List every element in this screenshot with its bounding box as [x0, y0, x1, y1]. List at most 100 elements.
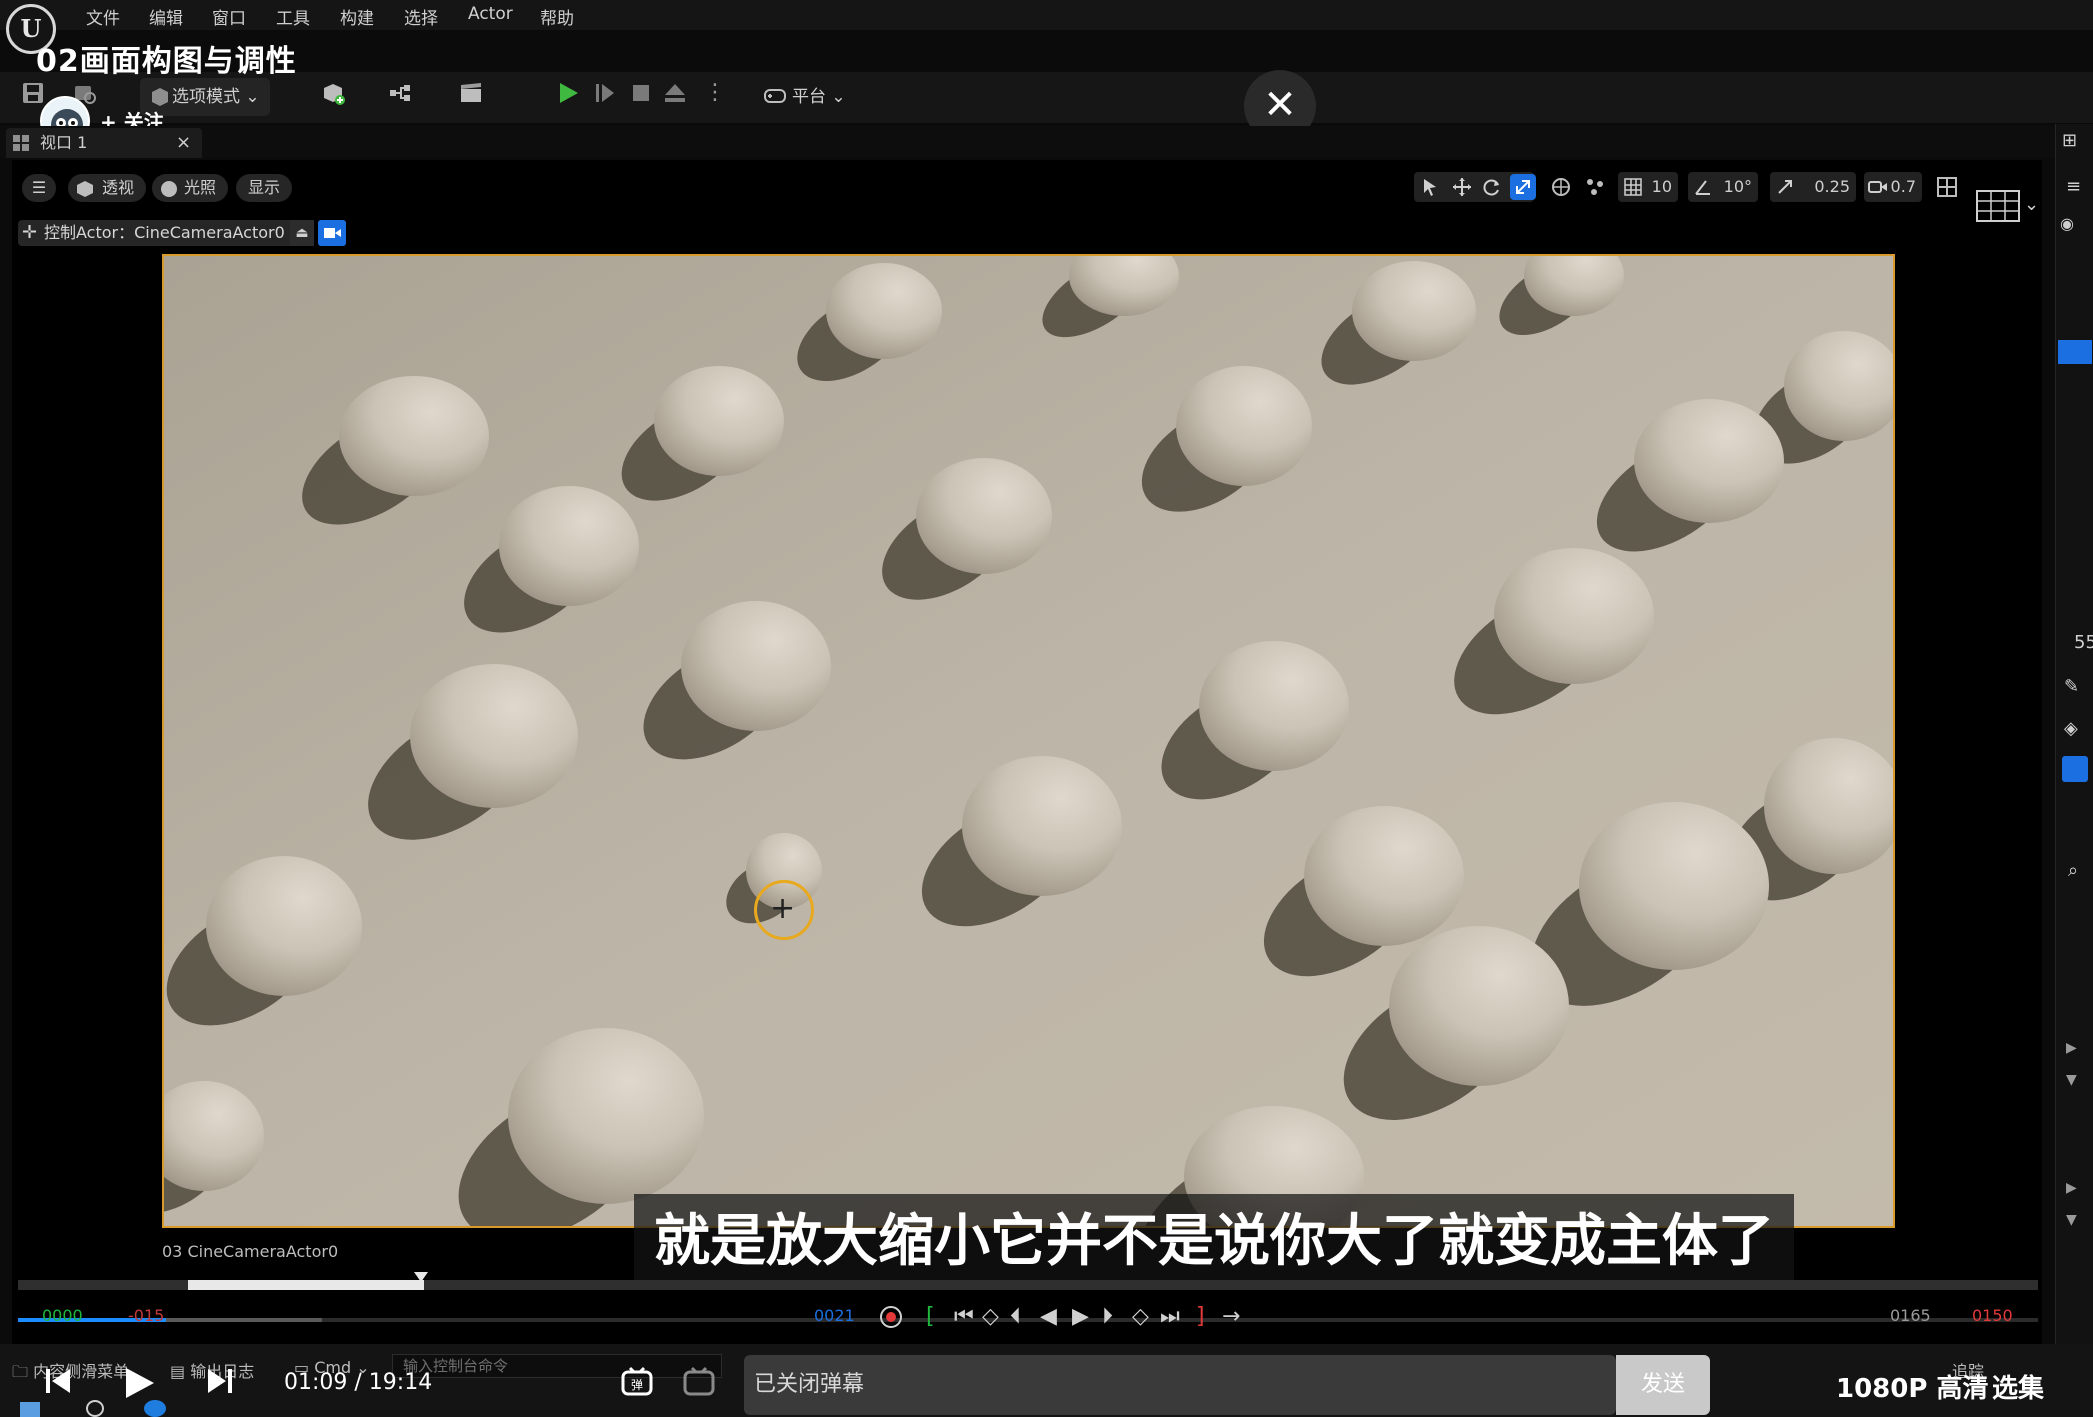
step-forward-icon[interactable]: ⏵ — [1102, 1304, 1113, 1329]
collapse-arrow-icon[interactable]: ▼ — [2066, 1212, 2077, 1228]
episodes-button[interactable]: 选集 — [1992, 1368, 2044, 1405]
crosshair-icon: + — [770, 891, 796, 926]
cube-select-icon — [152, 88, 168, 106]
surface-snap-icon[interactable] — [1584, 176, 1606, 198]
cinematics-icon[interactable] — [458, 80, 484, 106]
expand-arrow-icon[interactable]: ▶ — [2066, 1040, 2077, 1056]
lit-label: 光照 — [184, 178, 217, 197]
blueprint-icon[interactable] — [388, 80, 414, 106]
svg-text:弹: 弹 — [631, 1378, 643, 1392]
egg-shape — [1579, 802, 1769, 970]
egg-shape — [1494, 548, 1654, 684]
tab-label: 视口 1 — [40, 133, 88, 152]
filter-icon[interactable]: ≡ — [2066, 176, 2081, 197]
danmaku-settings-icon[interactable] — [682, 1366, 716, 1400]
angle-snap-value: 10° — [1723, 177, 1752, 196]
play-forward-icon[interactable]: ▶ — [1072, 1304, 1089, 1329]
camera-name-label: 03 CineCameraActor0 — [162, 1242, 339, 1261]
egg-shape — [1634, 399, 1784, 523]
select-arrow-icon[interactable] — [1420, 177, 1440, 197]
tab-viewport-1[interactable]: 视口 1 — [6, 128, 202, 158]
grid-icon — [1624, 178, 1642, 196]
danmaku-toggle-icon[interactable]: 弹 — [620, 1366, 654, 1400]
add-actor-icon[interactable] — [320, 80, 346, 106]
move-icon[interactable] — [1452, 177, 1472, 197]
playback-range[interactable] — [188, 1280, 424, 1290]
video-title: 02画面构图与调性 — [36, 44, 297, 79]
play-reverse-icon[interactable]: ◀ — [1040, 1304, 1057, 1329]
stop-icon[interactable] — [628, 80, 654, 106]
visibility-eye-selected-icon[interactable] — [2058, 340, 2092, 364]
viewport-menu-icon[interactable]: ☰ — [22, 174, 56, 202]
expand-arrow-icon[interactable]: ▶ — [2066, 1180, 2077, 1196]
viewport-tab-row — [0, 126, 2055, 158]
sphere-icon — [161, 181, 177, 197]
menu-actor[interactable]: Actor — [468, 4, 513, 24]
world-local-icon[interactable] — [1550, 176, 1572, 198]
layout-icon[interactable] — [1936, 176, 1958, 198]
chevron-down-icon[interactable]: ⌄ — [2024, 194, 2039, 215]
player-play-icon[interactable] — [122, 1366, 156, 1400]
sequencer-playhead-icon[interactable] — [414, 1272, 428, 1282]
chevron-down-icon: ⌄ — [240, 87, 260, 107]
step-forward-icon[interactable] — [592, 80, 618, 106]
play-icon[interactable] — [555, 80, 581, 106]
range-end-icon[interactable]: ] — [1196, 1304, 1205, 1329]
chevron-down-icon: ⌄ — [826, 87, 846, 107]
camera-view-icon[interactable] — [318, 220, 346, 246]
egg-shape — [1199, 641, 1349, 771]
jump-end-icon[interactable]: ⏭ — [1160, 1304, 1180, 1329]
folder-icon: 🗀 — [12, 1362, 34, 1381]
previous-video-icon[interactable] — [44, 1366, 72, 1396]
search-icon[interactable]: ⌕ — [2068, 860, 2078, 881]
taskbar-edge-icon[interactable] — [144, 1400, 166, 1417]
visibility-eye-icon[interactable]: ◉ — [2060, 214, 2074, 233]
range-start-icon[interactable]: [ — [926, 1304, 935, 1329]
taskbar-search-icon[interactable] — [86, 1400, 104, 1417]
egg-shape — [206, 856, 362, 996]
scale-icon[interactable] — [1510, 174, 1536, 200]
more-options-icon[interactable]: ⋮ — [704, 80, 726, 105]
menu-edit[interactable]: 编辑 — [149, 4, 183, 29]
pilot-icon: ✛ — [22, 222, 38, 243]
menu-select[interactable]: 选择 — [404, 4, 438, 29]
egg-shape — [1176, 366, 1312, 486]
layers-icon[interactable]: ◈ — [2064, 718, 2078, 739]
scale-arrows-icon — [1516, 180, 1530, 194]
quality-selector[interactable]: 1080P 高清 — [1836, 1368, 1988, 1405]
grid-snap-value: 10 — [1651, 177, 1672, 196]
main-toolbar — [0, 72, 2093, 124]
tab-close-icon[interactable]: × — [176, 128, 191, 158]
next-key-icon[interactable]: ◇ — [1132, 1304, 1149, 1329]
windows-start-icon[interactable] — [20, 1402, 40, 1417]
danmaku-input[interactable]: 已关闭弹幕 — [744, 1355, 1616, 1415]
playback-time: 01:09 / 19:14 — [284, 1370, 433, 1395]
eject-icon[interactable] — [662, 80, 688, 106]
viewport-layout-icon[interactable] — [1976, 190, 2020, 222]
step-back-icon[interactable]: ⏴ — [1010, 1304, 1021, 1329]
console-input[interactable]: 输入控制台命令 — [392, 1354, 722, 1378]
loop-arrow-icon[interactable]: → — [1222, 1304, 1240, 1329]
menu-window[interactable]: 窗口 — [212, 4, 246, 29]
add-panel-icon[interactable]: ⊞ — [2062, 130, 2077, 151]
show-label: 显示 — [248, 178, 281, 197]
menu-build[interactable]: 构建 — [340, 4, 374, 29]
save-icon[interactable] — [20, 80, 46, 106]
next-video-icon[interactable] — [206, 1366, 234, 1396]
prev-key-icon[interactable]: ◇ — [982, 1304, 999, 1329]
send-button[interactable]: 发送 — [1616, 1355, 1710, 1415]
menu-help[interactable]: 帮助 — [540, 4, 574, 29]
scale-snap-value: 0.25 — [1814, 177, 1850, 196]
rotate-icon[interactable] — [1482, 177, 1502, 197]
jump-start-icon[interactable]: ⏮ — [954, 1304, 974, 1329]
edit-pencil-icon[interactable]: ✎ — [2064, 676, 2079, 697]
perspective-label: 透视 — [102, 178, 135, 197]
record-button[interactable] — [880, 1306, 902, 1328]
show-button[interactable]: 显示 — [236, 174, 293, 202]
gamepad-icon — [764, 89, 786, 103]
menu-file[interactable]: 文件 — [86, 4, 120, 29]
eject-pilot-icon[interactable]: ⏏ — [290, 220, 314, 246]
layers-selected-icon[interactable] — [2062, 756, 2088, 782]
collapse-arrow-icon[interactable]: ▼ — [2066, 1072, 2077, 1088]
menu-tools[interactable]: 工具 — [276, 4, 310, 29]
